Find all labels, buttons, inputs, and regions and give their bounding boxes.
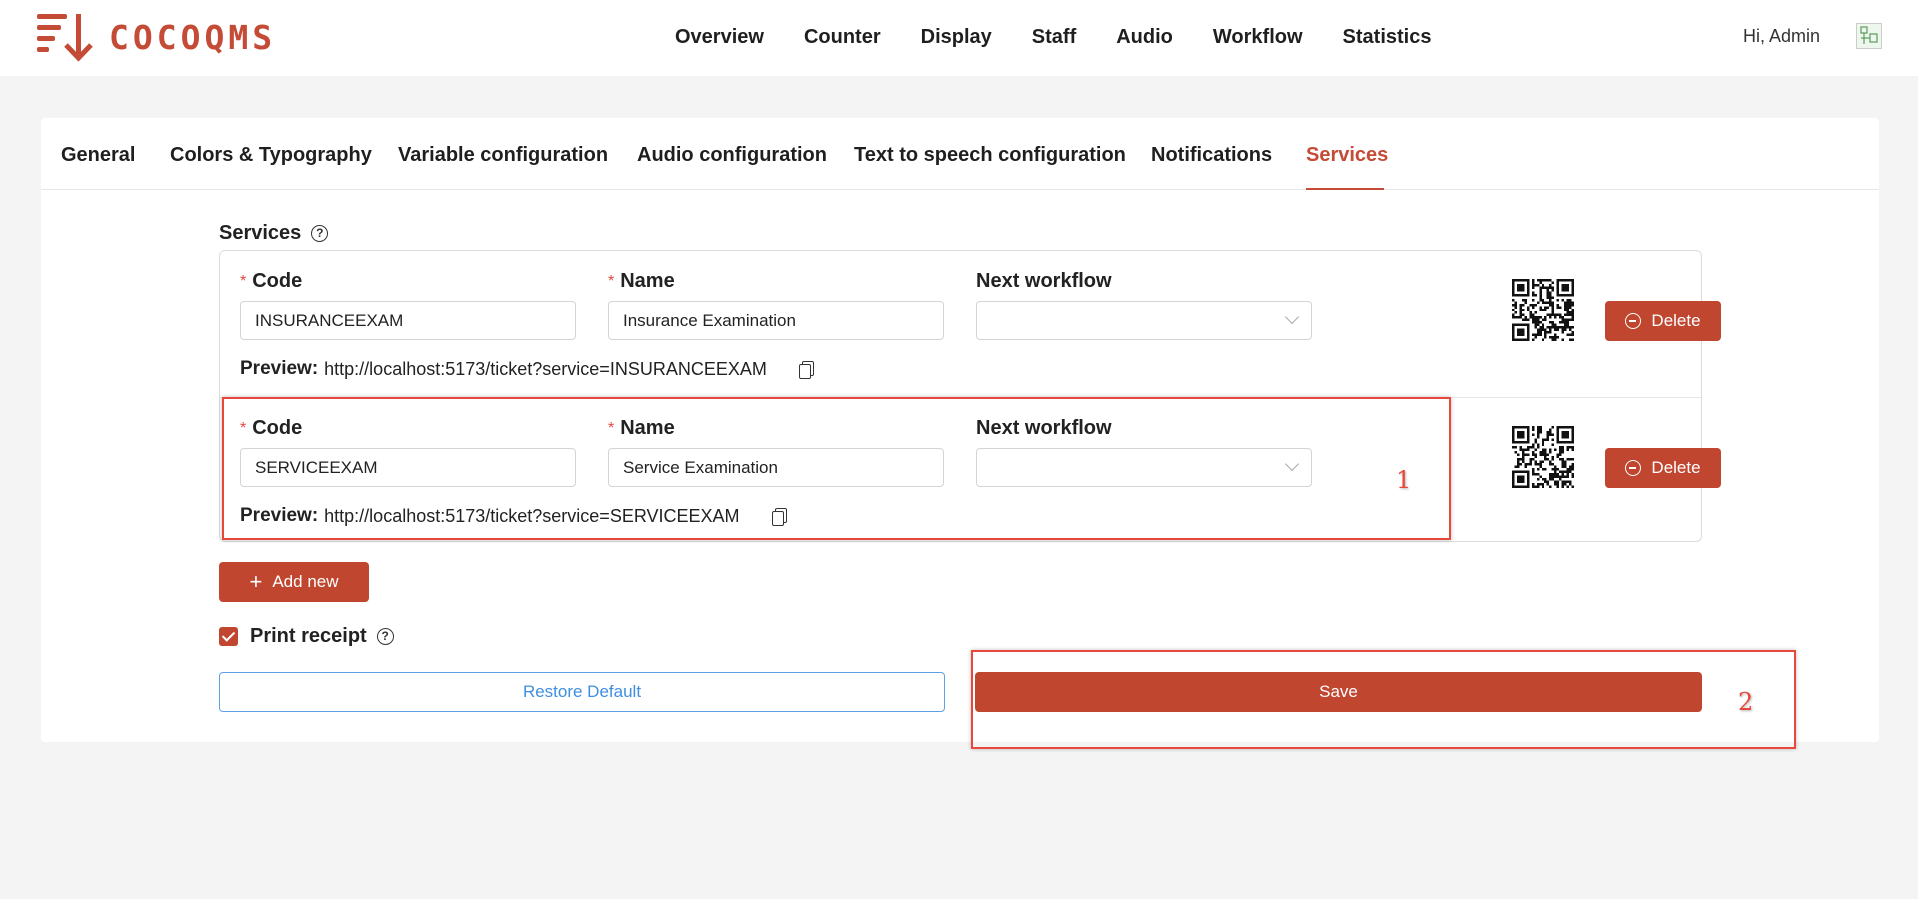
services-title-text: Services: [219, 222, 302, 244]
qr-code-icon: [1512, 426, 1574, 488]
code-label: * Code: [240, 269, 302, 294]
sort-down-logo-icon: [37, 14, 93, 62]
chevron-down-icon: [1284, 456, 1300, 472]
name-label: * Name: [608, 269, 675, 294]
name-input[interactable]: Insurance Examination: [608, 301, 944, 340]
brand-logo[interactable]: COCOQMS: [37, 12, 276, 62]
print-receipt-option: Print receipt ?: [219, 625, 394, 648]
required-mark: *: [240, 419, 247, 437]
delete-button-label: Delete: [1651, 311, 1701, 330]
name-input[interactable]: Service Examination: [608, 448, 944, 487]
help-icon[interactable]: ?: [376, 628, 394, 645]
preview-label: Preview:: [240, 358, 319, 379]
tab-services[interactable]: Services: [1306, 142, 1388, 168]
preview-label: Preview:: [240, 505, 319, 526]
annotation-marker-1: 1: [1396, 466, 1412, 494]
code-input[interactable]: INSURANCEEXAM: [240, 301, 576, 340]
tab-audio-configuration[interactable]: Audio configuration: [637, 142, 827, 168]
add-new-label: Add new: [272, 572, 339, 591]
name-label-text: Name: [620, 270, 675, 292]
help-icon[interactable]: ?: [311, 225, 329, 242]
tab-variable-configuration[interactable]: Variable configuration: [398, 142, 608, 168]
tab-text-to-speech-configuration[interactable]: Text to speech configuration: [854, 142, 1126, 168]
nav-overview[interactable]: Overview: [675, 24, 764, 50]
save-button[interactable]: Save: [975, 672, 1702, 712]
preview-link: Preview: http://localhost:5173/ticket?se…: [240, 357, 814, 381]
active-tab-indicator: [1306, 188, 1384, 190]
tab-general[interactable]: General: [61, 142, 135, 168]
delete-button-label: Delete: [1651, 458, 1701, 477]
next-workflow-select[interactable]: [976, 448, 1312, 487]
services-section-title: Services ?: [219, 222, 329, 245]
required-mark: *: [608, 419, 615, 437]
preview-link: Preview: http://localhost:5173/ticket?se…: [240, 504, 787, 528]
top-header: COCOQMS Overview Counter Display Staff A…: [0, 0, 1918, 76]
nav-audio[interactable]: Audio: [1116, 24, 1173, 50]
next-workflow-label: Next workflow: [976, 270, 1112, 292]
service-row: * Code INSURANCEEXAM * Name Insurance Exam…: [220, 251, 1721, 397]
delete-button[interactable]: Delete: [1605, 448, 1721, 488]
code-label-text: Code: [252, 270, 303, 292]
add-new-button[interactable]: + Add new: [219, 562, 369, 602]
settings-card: General Colors & Typography Variable con…: [41, 118, 1879, 742]
copy-icon[interactable]: [771, 507, 787, 526]
service-row: * Code SERVICEEXAM * Name Service Examinat…: [220, 397, 1721, 543]
nav-workflow[interactable]: Workflow: [1213, 24, 1303, 50]
preview-url[interactable]: http://localhost:5173/ticket?service=INS…: [324, 357, 767, 381]
next-workflow-label: Next workflow: [976, 417, 1112, 439]
annotation-marker-2: 2: [1738, 688, 1754, 716]
name-label: * Name: [608, 416, 675, 441]
tab-notifications[interactable]: Notifications: [1151, 142, 1272, 168]
next-workflow-select[interactable]: [976, 301, 1312, 340]
qr-code-icon: [1512, 279, 1574, 341]
minus-circle-icon: [1625, 313, 1642, 329]
required-mark: *: [240, 272, 247, 290]
services-list: * Code INSURANCEEXAM * Name Insurance Exam…: [219, 250, 1721, 543]
plus-icon: +: [249, 569, 263, 594]
code-label: * Code: [240, 416, 302, 441]
name-label-text: Name: [620, 417, 675, 439]
delete-button[interactable]: Delete: [1605, 301, 1721, 341]
nav-counter[interactable]: Counter: [804, 24, 881, 50]
nav-statistics[interactable]: Statistics: [1343, 24, 1432, 50]
tab-colors-typography[interactable]: Colors & Typography: [170, 142, 372, 168]
nav-staff[interactable]: Staff: [1032, 24, 1076, 50]
code-input[interactable]: SERVICEEXAM: [240, 448, 576, 487]
preview-url[interactable]: http://localhost:5173/ticket?service=SER…: [324, 504, 739, 528]
minus-circle-icon: [1625, 460, 1642, 476]
user-greeting[interactable]: Hi, Admin: [1743, 25, 1820, 47]
restore-default-button[interactable]: Restore Default: [219, 672, 945, 712]
avatar-icon: [1860, 26, 1878, 44]
logo-text: COCOQMS: [109, 17, 277, 57]
required-mark: *: [608, 272, 615, 290]
copy-icon[interactable]: [798, 360, 814, 379]
nav-display[interactable]: Display: [921, 24, 992, 50]
chevron-down-icon: [1284, 309, 1300, 325]
print-receipt-checkbox[interactable]: [219, 627, 238, 646]
print-receipt-label: Print receipt: [250, 625, 367, 647]
avatar[interactable]: [1856, 23, 1882, 49]
code-label-text: Code: [252, 417, 303, 439]
main-nav: Overview Counter Display Staff Audio Wor…: [675, 24, 1471, 50]
settings-tabs: General Colors & Typography Variable con…: [41, 118, 1879, 190]
